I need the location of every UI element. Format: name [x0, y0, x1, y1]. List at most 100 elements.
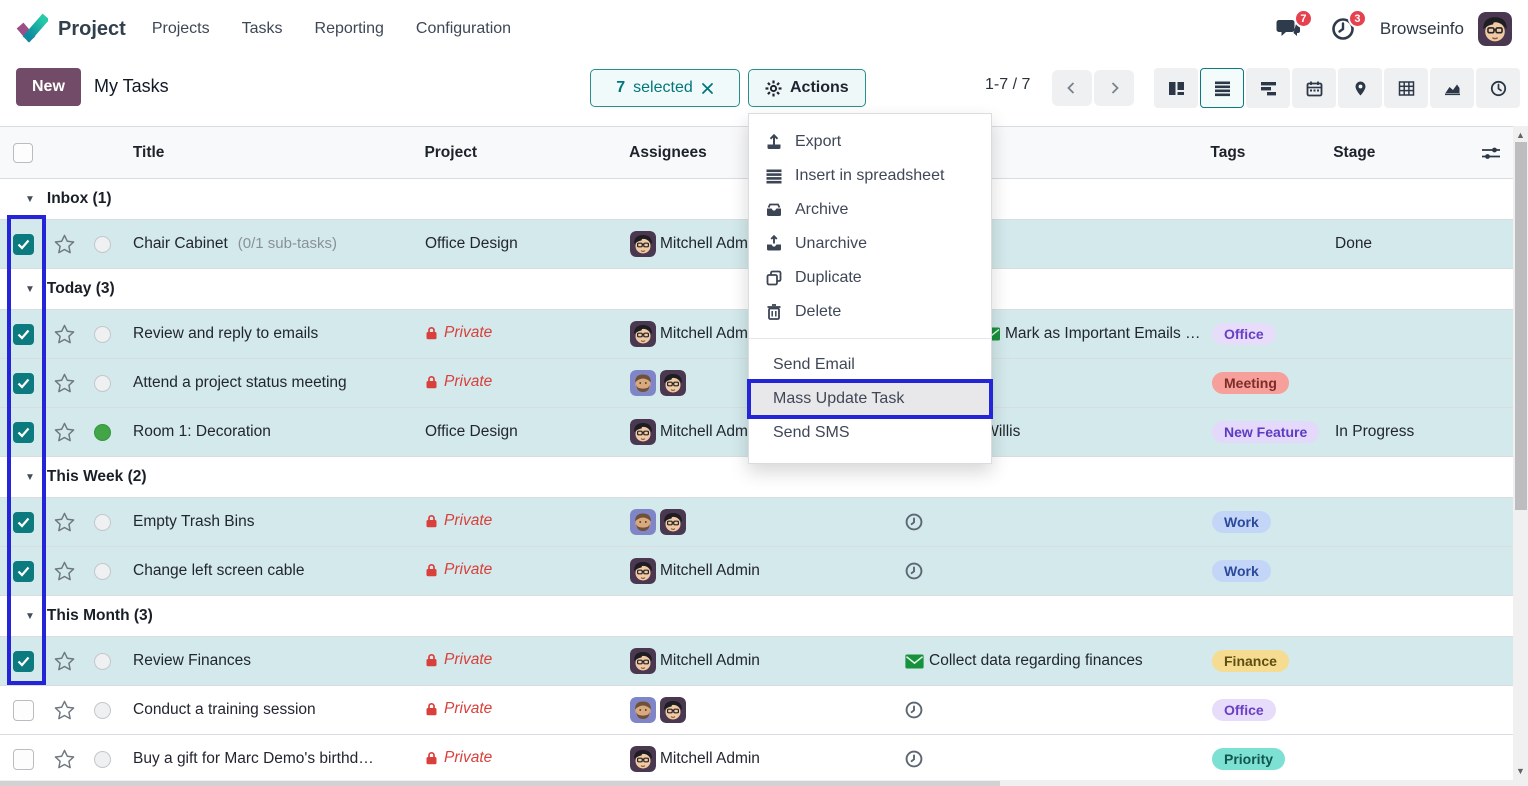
- task-row[interactable]: Change left screen cable Private Mitchel…: [0, 546, 1513, 595]
- favorite-star-icon[interactable]: [46, 233, 82, 256]
- row-checkbox[interactable]: [13, 700, 34, 721]
- row-checkbox[interactable]: [13, 324, 34, 345]
- messages-button[interactable]: 7: [1276, 16, 1302, 42]
- menu-item-insert-in-spreadsheet[interactable]: Insert in spreadsheet: [749, 159, 991, 193]
- status-circle[interactable]: [94, 326, 111, 343]
- menu-item-archive[interactable]: Archive: [749, 193, 991, 227]
- tag-pill[interactable]: Work: [1212, 511, 1271, 533]
- nav-item-reporting[interactable]: Reporting: [315, 20, 384, 38]
- scrollbar-thumb[interactable]: [1515, 142, 1527, 510]
- row-checkbox[interactable]: [13, 749, 34, 770]
- messages-badge: 7: [1294, 9, 1313, 28]
- menu-item-unarchive[interactable]: Unarchive: [749, 227, 991, 261]
- actions-button[interactable]: Actions: [748, 69, 866, 107]
- activity-cell[interactable]: [903, 750, 1208, 768]
- status-circle[interactable]: [94, 375, 111, 392]
- status-circle[interactable]: [94, 236, 111, 253]
- breadcrumb[interactable]: My Tasks: [94, 76, 169, 97]
- calendar-icon: [1306, 80, 1323, 97]
- pager-next-button[interactable]: [1094, 70, 1134, 106]
- favorite-star-icon[interactable]: [46, 421, 82, 444]
- chevron-right-icon: [1106, 80, 1122, 96]
- task-row[interactable]: Buy a gift for Marc Demo's birthd… Priva…: [0, 734, 1513, 783]
- row-checkbox[interactable]: [13, 234, 34, 255]
- status-circle[interactable]: [94, 702, 111, 719]
- task-project: Office Design: [418, 235, 623, 253]
- task-row[interactable]: Conduct a training session Private Offic…: [0, 685, 1513, 734]
- clear-selection-icon[interactable]: [701, 82, 714, 95]
- new-button[interactable]: New: [16, 68, 81, 106]
- status-circle[interactable]: [94, 653, 111, 670]
- favorite-star-icon[interactable]: [46, 372, 82, 395]
- row-checkbox[interactable]: [13, 373, 34, 394]
- task-project: Office Design: [418, 423, 623, 441]
- tag-pill[interactable]: Work: [1212, 560, 1271, 582]
- favorite-star-icon[interactable]: [46, 511, 82, 534]
- view-list-button[interactable]: [1200, 68, 1244, 108]
- favorite-star-icon[interactable]: [46, 323, 82, 346]
- select-all-checkbox[interactable]: [13, 143, 33, 163]
- status-circle[interactable]: [94, 563, 111, 580]
- horizontal-scrollbar[interactable]: [0, 780, 1528, 786]
- status-circle[interactable]: [94, 514, 111, 531]
- tag-pill[interactable]: Finance: [1212, 650, 1289, 672]
- row-checkbox[interactable]: [13, 422, 34, 443]
- nav-item-tasks[interactable]: Tasks: [242, 20, 283, 38]
- scroll-up-icon[interactable]: ▲: [1513, 128, 1528, 142]
- activity-cell[interactable]: [903, 701, 1208, 719]
- view-kanban-button[interactable]: [1154, 68, 1198, 108]
- assignee-avatar: [660, 370, 686, 396]
- activity-cell[interactable]: [903, 562, 1208, 580]
- menu-item-mass-update-task[interactable]: Mass Update Task: [749, 382, 991, 416]
- activity-cell[interactable]: [903, 513, 1208, 531]
- user-avatar[interactable]: [1478, 12, 1512, 46]
- column-stage[interactable]: Stage: [1331, 144, 1481, 162]
- lock-icon: [425, 514, 438, 528]
- task-title: Chair Cabinet: [133, 235, 228, 252]
- nav-item-configuration[interactable]: Configuration: [416, 20, 511, 38]
- view-pivot-button[interactable]: [1384, 68, 1428, 108]
- favorite-star-icon[interactable]: [46, 748, 82, 771]
- vertical-scrollbar[interactable]: ▲ ▼: [1513, 126, 1528, 780]
- scrollbar-thumb[interactable]: [0, 781, 1000, 786]
- view-calendar-button[interactable]: [1292, 68, 1336, 108]
- app-name[interactable]: Project: [58, 18, 126, 41]
- status-circle[interactable]: [94, 751, 111, 768]
- favorite-star-icon[interactable]: [46, 699, 82, 722]
- row-checkbox[interactable]: [13, 512, 34, 533]
- group-row-this-month[interactable]: ▼ This Month (3): [0, 595, 1513, 636]
- tag-pill[interactable]: Office: [1212, 699, 1276, 721]
- view-gantt-button[interactable]: [1246, 68, 1290, 108]
- scroll-down-icon[interactable]: ▼: [1513, 764, 1528, 778]
- view-map-button[interactable]: [1338, 68, 1382, 108]
- task-row[interactable]: Empty Trash Bins Private Work: [0, 497, 1513, 546]
- tag-pill[interactable]: Office: [1212, 323, 1276, 345]
- column-tags[interactable]: Tags: [1206, 144, 1331, 162]
- user-name[interactable]: Browseinfo: [1380, 19, 1464, 39]
- task-row[interactable]: Review Finances Private Mitchell Admin C…: [0, 636, 1513, 685]
- row-checkbox[interactable]: [13, 561, 34, 582]
- menu-item-duplicate[interactable]: Duplicate: [749, 261, 991, 295]
- pager-previous-button[interactable]: [1052, 70, 1092, 106]
- menu-item-export[interactable]: Export: [749, 125, 991, 159]
- tag-pill[interactable]: Meeting: [1212, 372, 1289, 394]
- menu-item-delete[interactable]: Delete: [749, 295, 991, 329]
- column-title[interactable]: Title: [122, 144, 418, 162]
- view-graph-button[interactable]: [1430, 68, 1474, 108]
- activities-button[interactable]: 3: [1330, 16, 1356, 42]
- nav-item-projects[interactable]: Projects: [152, 20, 210, 38]
- chevron-left-icon: [1064, 80, 1080, 96]
- view-activity-button[interactable]: [1476, 68, 1520, 108]
- tag-pill[interactable]: Priority: [1212, 748, 1285, 770]
- menu-item-send-email[interactable]: Send Email: [749, 348, 991, 382]
- favorite-star-icon[interactable]: [46, 560, 82, 583]
- row-checkbox[interactable]: [13, 651, 34, 672]
- status-circle-done[interactable]: [94, 424, 111, 441]
- email-activity-icon: [905, 654, 924, 669]
- optional-columns-icon[interactable]: [1481, 144, 1501, 162]
- favorite-star-icon[interactable]: [46, 650, 82, 673]
- column-project[interactable]: Project: [417, 144, 622, 162]
- menu-item-send-sms[interactable]: Send SMS: [749, 416, 991, 450]
- tag-pill[interactable]: New Feature: [1212, 421, 1319, 443]
- activity-cell[interactable]: Collect data regarding finances: [903, 652, 1208, 670]
